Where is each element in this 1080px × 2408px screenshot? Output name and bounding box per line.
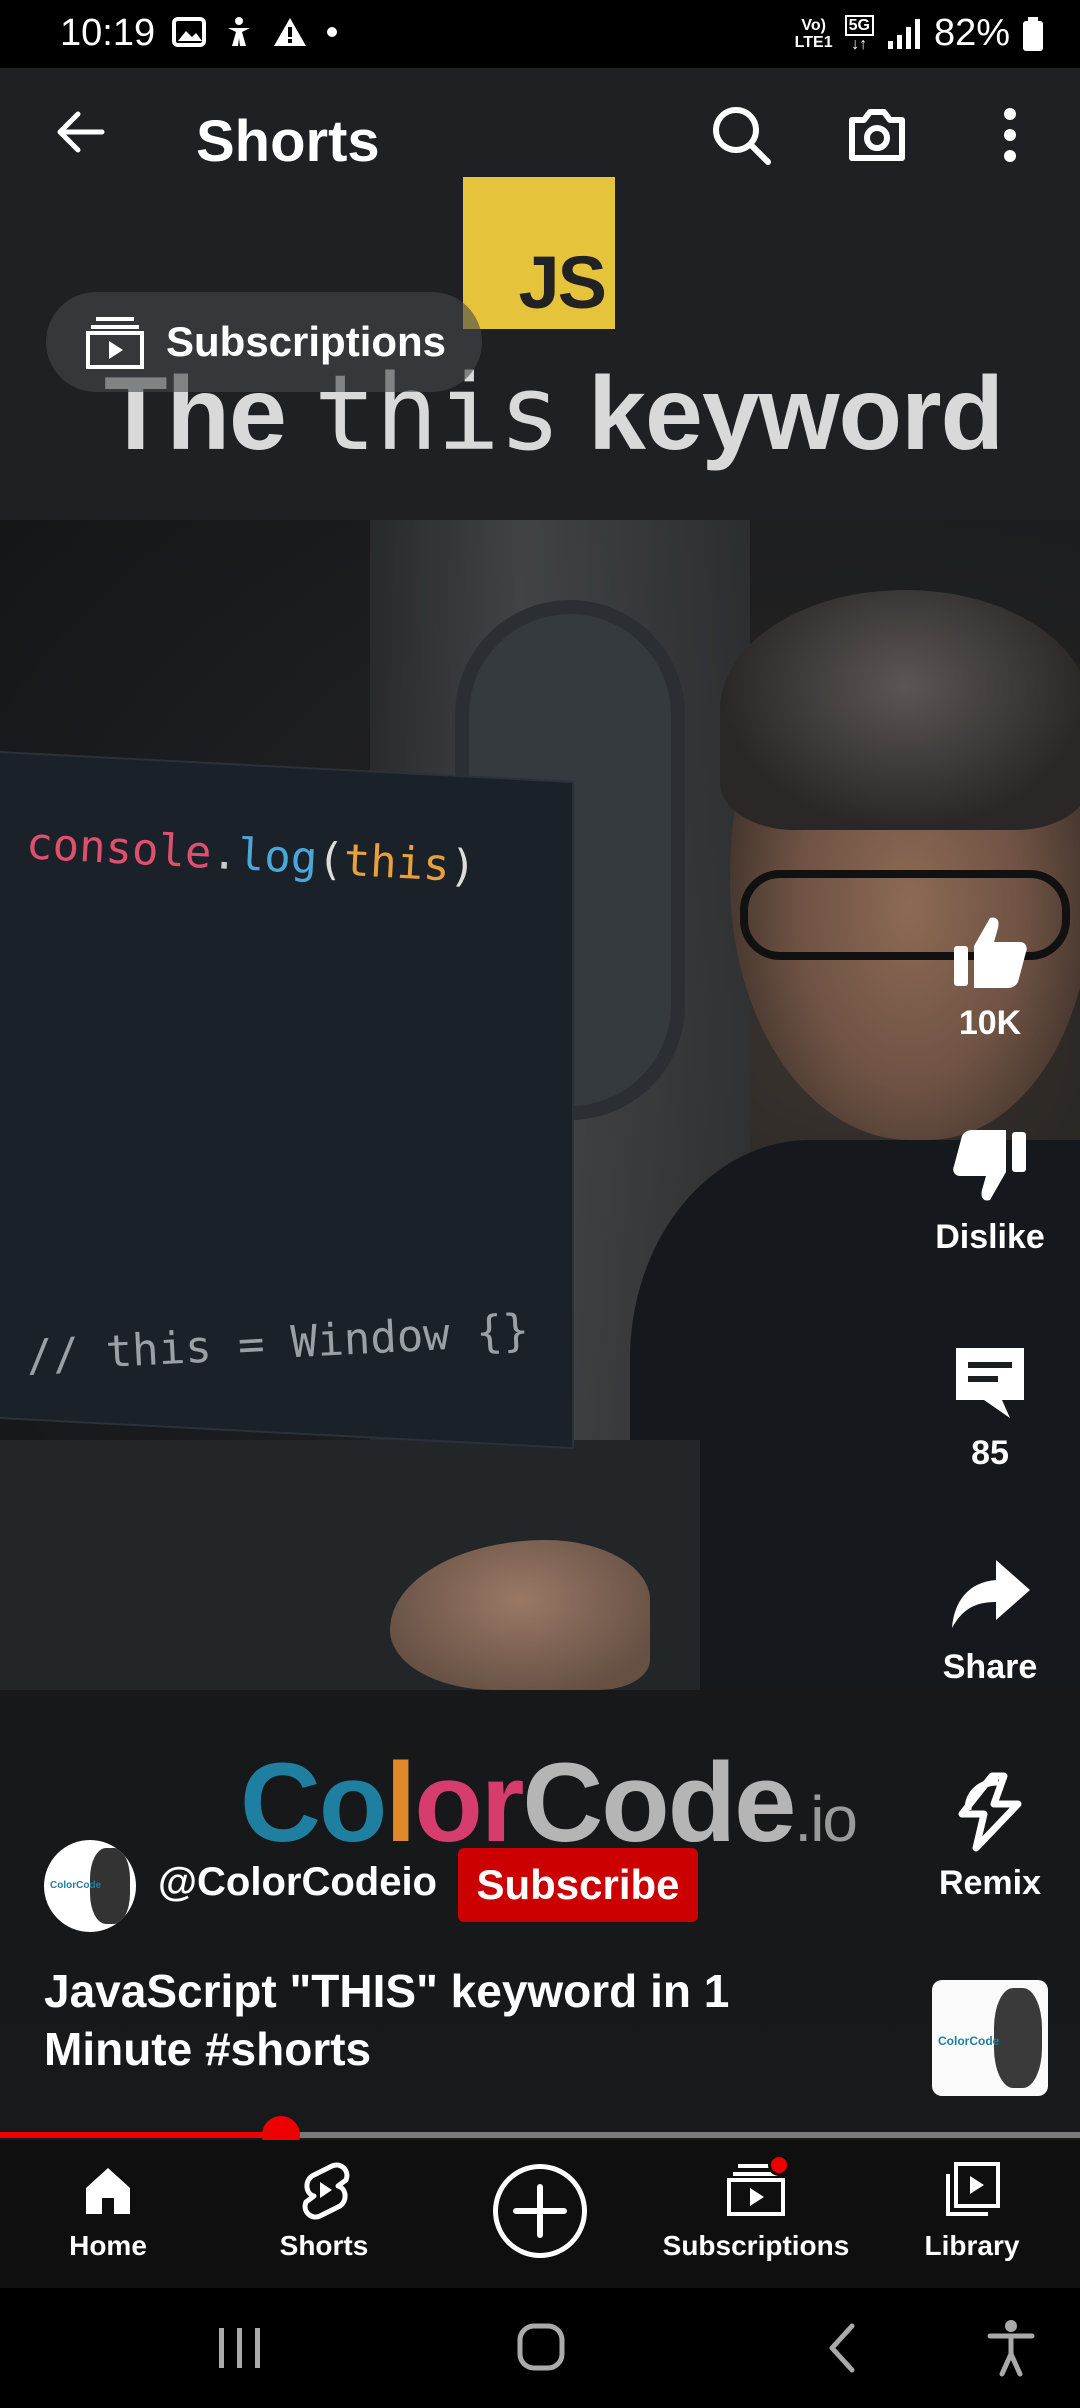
signal-icon [887, 18, 920, 49]
nav-label-home: Home [69, 2230, 147, 2261]
system-navigation-bar [0, 2288, 1080, 2408]
nav-item-shorts[interactable]: Shorts [216, 2160, 432, 2262]
network-gen-indicator: 5G ↓↑ [844, 14, 874, 53]
js-logo-badge: JS [463, 177, 615, 329]
subscriptions-chip[interactable]: Subscriptions [46, 292, 482, 392]
remix-label: Remix [938, 1864, 1042, 1902]
camera-icon[interactable] [846, 104, 908, 166]
status-system-icons: Vo) LTE1 5G ↓↑ 82% [795, 12, 1044, 55]
nav-item-subscriptions[interactable]: Subscriptions [648, 2160, 864, 2262]
back-nav-icon[interactable] [808, 2318, 878, 2378]
home-icon [86, 2168, 130, 2214]
nav-item-library[interactable]: Library [864, 2160, 1080, 2262]
recent-apps-icon[interactable] [205, 2318, 275, 2378]
accessibility-notify-icon [228, 17, 250, 46]
home-nav-icon[interactable] [506, 2318, 576, 2378]
nav-label-library: Library [924, 2230, 1020, 2261]
share-button[interactable]: Share [900, 1554, 1080, 1687]
nav-item-home[interactable]: Home [0, 2160, 216, 2262]
status-bar: 10:19 Vo) LTE1 5G ↓↑ 82% [0, 0, 1080, 68]
comment-icon [956, 1348, 1024, 1418]
thumbs-up-icon [954, 917, 1027, 988]
thumbs-down-icon [953, 1130, 1026, 1201]
status-notification-icons [172, 16, 338, 48]
subscriptions-chip-label: Subscriptions [166, 318, 447, 365]
dislike-button[interactable]: Dislike [900, 1124, 1080, 1257]
create-plus-icon [513, 2184, 567, 2238]
page-title: Shorts [196, 109, 380, 174]
like-count: 10K [958, 1004, 1022, 1042]
status-time: 10:19 [60, 12, 156, 54]
gallery-icon [172, 17, 206, 47]
nav-label-shorts: Shorts [279, 2230, 369, 2261]
bottom-nav: Home Shorts Subscriptions Library [0, 2140, 1080, 2288]
channel-handle[interactable]: @ColorCodeio [158, 1860, 437, 1905]
subscriptions-icon [86, 317, 144, 369]
back-arrow-icon[interactable] [52, 104, 108, 160]
search-icon[interactable] [710, 104, 772, 166]
create-button[interactable] [493, 2164, 587, 2258]
shorts-icon [302, 2162, 350, 2220]
accessibility-icon[interactable] [976, 2318, 1046, 2378]
remix-icon [958, 1772, 1022, 1852]
video-title[interactable]: JavaScript "THIS" keyword in 1 Minute #s… [44, 1962, 864, 2078]
library-icon [946, 2162, 1000, 2216]
battery-percent: 82% [933, 12, 1010, 54]
video-progress-bar[interactable] [0, 2116, 1080, 2154]
sound-thumbnail[interactable]: ColorCode [932, 1980, 1048, 2096]
dislike-label: Dislike [935, 1218, 1045, 1256]
warning-icon [274, 18, 306, 46]
new-content-badge [768, 2154, 790, 2176]
like-button[interactable]: 10K [900, 910, 1080, 1043]
more-vert-icon[interactable] [980, 104, 1040, 166]
remix-button[interactable]: Remix [900, 1770, 1080, 1903]
battery-icon [1023, 16, 1043, 51]
share-arrow-icon [952, 1560, 1030, 1628]
volte-indicator: Vo) LTE1 [794, 16, 833, 51]
channel-avatar[interactable]: ColorCode [44, 1840, 136, 1932]
share-label: Share [942, 1648, 1038, 1686]
dot-icon [327, 27, 337, 37]
subscribe-button[interactable]: Subscribe [458, 1848, 698, 1922]
comments-button[interactable]: 85 [900, 1340, 1080, 1473]
comments-count: 85 [971, 1434, 1009, 1472]
video-progress-fill [0, 2132, 281, 2138]
nav-label-subscriptions: Subscriptions [662, 2230, 850, 2261]
